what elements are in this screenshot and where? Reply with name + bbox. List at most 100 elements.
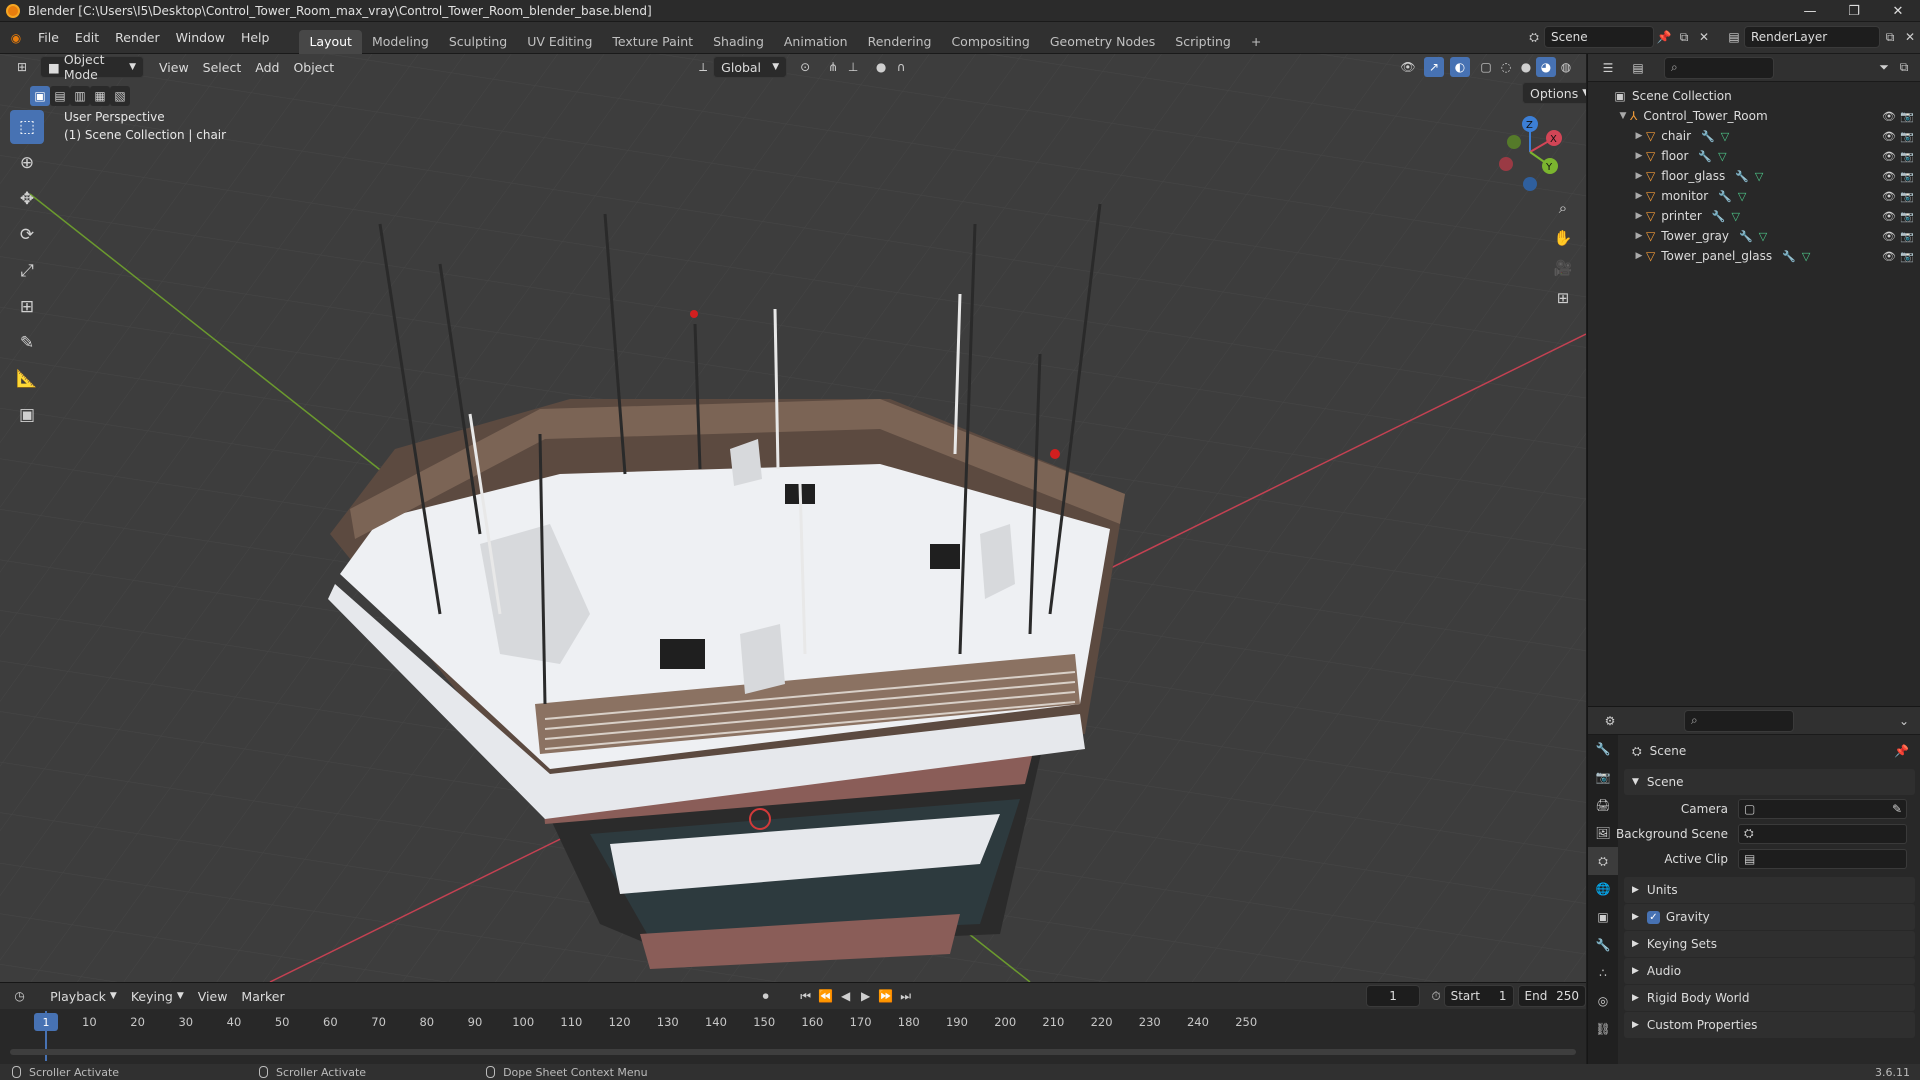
timeline-editor-icon[interactable]: ◷ — [12, 986, 27, 1006]
add-cube-tool-icon[interactable]: ▣ — [10, 398, 44, 432]
object-mode-dropdown[interactable]: ■ Object Mode ▼ — [40, 54, 144, 82]
navigation-gizmo[interactable]: Z X Y — [1490, 112, 1570, 192]
render-camera-icon[interactable]: 📷 — [1898, 190, 1916, 203]
rigid-body-world-panel-header[interactable]: ▶ Rigid Body World — [1624, 985, 1915, 1011]
timer-icon[interactable]: ⏱ — [1428, 986, 1443, 1006]
eye-icon[interactable]: 👁 — [1880, 130, 1898, 143]
expand-arrow-icon[interactable]: ▶ — [1632, 251, 1646, 261]
outliner-item-chair[interactable]: ▶ ▽ chair 🔧 ▽ 👁 📷 — [1588, 126, 1920, 146]
playhead-frame-badge[interactable]: 1 — [34, 1013, 58, 1031]
neg-z-axis-icon[interactable] — [1523, 177, 1537, 191]
prev-keyframe-icon[interactable]: ⏪ — [816, 986, 836, 1006]
render-camera-icon[interactable]: 📷 — [1898, 110, 1916, 123]
proportional-edit-icon[interactable]: ● — [871, 57, 891, 77]
render-camera-icon[interactable]: 📷 — [1898, 230, 1916, 243]
expand-arrow-icon[interactable]: ▶ — [1632, 211, 1646, 221]
units-panel-header[interactable]: ▶ Units — [1624, 877, 1915, 903]
expand-arrow-icon[interactable]: ▶ — [1632, 151, 1646, 161]
jump-end-icon[interactable]: ⏭ — [896, 986, 916, 1006]
visibility-icon[interactable]: 👁 — [1398, 57, 1418, 77]
minimize-button[interactable]: — — [1788, 0, 1832, 22]
wireframe-shading-icon[interactable]: ◌ — [1496, 57, 1516, 77]
outliner-search-input[interactable]: ⌕ — [1664, 56, 1774, 79]
editor-type-icon[interactable]: ⊞ — [12, 57, 32, 77]
play-icon[interactable]: ▶ — [856, 986, 876, 1006]
chevron-down-icon[interactable]: ⌄ — [1894, 711, 1914, 731]
custom-properties-panel-header[interactable]: ▶ Custom Properties — [1624, 1012, 1915, 1038]
material-preview-icon[interactable]: ◕ — [1536, 57, 1556, 77]
3d-viewport[interactable]: ⊞ ■ Object Mode ▼ View Select Add Object… — [0, 54, 1586, 982]
expand-arrow-icon[interactable]: ▶ — [1632, 171, 1646, 181]
jump-start-icon[interactable]: ⏮ — [796, 986, 816, 1006]
renderlayer-icon[interactable]: ▤ — [1724, 27, 1744, 47]
tab-shading[interactable]: Shading — [703, 30, 774, 54]
camera-field[interactable]: ▢ ✎ — [1738, 798, 1907, 819]
marker-menu[interactable]: Marker — [234, 985, 291, 1007]
add-workspace-icon[interactable]: + — [1241, 30, 1271, 54]
render-camera-icon[interactable]: 📷 — [1898, 210, 1916, 223]
eye-icon[interactable]: 👁 — [1880, 170, 1898, 183]
xray-icon[interactable]: ▢ — [1476, 57, 1496, 77]
current-frame-field[interactable]: 1 — [1365, 985, 1421, 1007]
record-icon[interactable]: ⏺ — [756, 986, 776, 1006]
outliner-item-printer[interactable]: ▶ ▽ printer 🔧 ▽ 👁 📷 — [1588, 206, 1920, 226]
start-frame-field[interactable]: Start 1 — [1443, 985, 1514, 1007]
new-scene-icon[interactable]: ⧉ — [1674, 27, 1694, 47]
rotate-tool-icon[interactable]: ⟳ — [10, 218, 44, 252]
eye-icon[interactable]: 👁 — [1880, 250, 1898, 263]
expand-arrow-icon[interactable]: ▶ — [1632, 231, 1646, 241]
snap-target-icon[interactable]: ⊥ — [843, 57, 863, 77]
select-invert-icon[interactable]: ▦ — [90, 86, 110, 106]
scene-panel-header[interactable]: ▼ Scene — [1624, 769, 1915, 795]
render-camera-icon[interactable]: 📷 — [1898, 130, 1916, 143]
playback-menu[interactable]: Playback ▼ — [43, 985, 124, 1007]
pan-hand-icon[interactable]: ✋ — [1550, 224, 1576, 252]
tab-geometry-nodes[interactable]: Geometry Nodes — [1040, 30, 1165, 54]
renderlayer-field[interactable]: RenderLayer — [1744, 26, 1880, 48]
rendered-shading-icon[interactable]: ◍ — [1556, 57, 1576, 77]
select-new-icon[interactable]: ▣ — [30, 86, 50, 106]
eye-icon[interactable]: 👁 — [1880, 230, 1898, 243]
gravity-checkbox[interactable]: ✓ — [1646, 910, 1660, 924]
timeline-view-menu[interactable]: View — [191, 985, 235, 1007]
move-tool-icon[interactable]: ✥ — [10, 182, 44, 216]
pivot-point-icon[interactable]: ⊙ — [795, 57, 815, 77]
frame-ruler[interactable]: 10 20 30 40 50 60 70 80 90 100 110 120 130 140 150 160 1… — [10, 1013, 1576, 1035]
display-mode-icon[interactable]: ▤ — [1628, 58, 1648, 78]
menu-help[interactable]: Help — [233, 26, 278, 50]
timeline-scrollbar[interactable] — [10, 1049, 1576, 1055]
expand-arrow-icon[interactable]: ▼ — [1616, 111, 1630, 121]
select-extend-icon[interactable]: ▤ — [50, 86, 70, 106]
tab-uv-editing[interactable]: UV Editing — [517, 30, 602, 54]
transform-orientation-dropdown[interactable]: Global ▼ — [713, 56, 788, 78]
eye-icon[interactable]: 👁 — [1880, 110, 1898, 123]
filter-icon[interactable]: ⏷ — [1874, 58, 1894, 78]
gizmo-icon[interactable]: ↗ — [1424, 57, 1444, 77]
neg-x-axis-icon[interactable] — [1499, 157, 1513, 171]
select-box-tool-icon[interactable]: ⬚ — [10, 110, 44, 144]
overlays-icon[interactable]: ◐ — [1450, 57, 1470, 77]
render-camera-icon[interactable]: 📷 — [1898, 170, 1916, 183]
cursor-tool-icon[interactable]: ⊕ — [10, 146, 44, 180]
menu-render[interactable]: Render — [107, 26, 168, 50]
neg-y-axis-icon[interactable] — [1507, 135, 1521, 149]
eye-icon[interactable]: 👁 — [1880, 210, 1898, 223]
menu-window[interactable]: Window — [168, 26, 233, 50]
eye-icon[interactable]: 👁 — [1880, 150, 1898, 163]
scale-tool-icon[interactable]: ⤢ — [10, 254, 44, 288]
pin-icon[interactable]: 📌 — [1894, 744, 1909, 758]
outliner-item-floor-glass[interactable]: ▶ ▽ floor_glass 🔧 ▽ 👁 📷 — [1588, 166, 1920, 186]
tab-modeling[interactable]: Modeling — [362, 30, 439, 54]
eyedropper-icon[interactable]: ✎ — [1892, 802, 1902, 816]
outliner-item-monitor[interactable]: ▶ ▽ monitor 🔧 ▽ 👁 📷 — [1588, 186, 1920, 206]
background-scene-field[interactable]: ⛭ — [1738, 823, 1907, 844]
snap-icon[interactable]: ⋔ — [823, 57, 843, 77]
expand-arrow-icon[interactable]: ▶ — [1632, 131, 1646, 141]
falloff-icon[interactable]: ∩ — [891, 57, 911, 77]
end-frame-field[interactable]: End 250 — [1517, 985, 1586, 1007]
keying-menu[interactable]: Keying ▼ — [124, 985, 191, 1007]
scene-icon[interactable]: ⛭ — [1524, 27, 1544, 47]
scene-collection-row[interactable]: ▣ Scene Collection — [1588, 86, 1920, 106]
delete-renderlayer-icon[interactable]: ✕ — [1900, 27, 1920, 47]
tab-rendering[interactable]: Rendering — [858, 30, 942, 54]
